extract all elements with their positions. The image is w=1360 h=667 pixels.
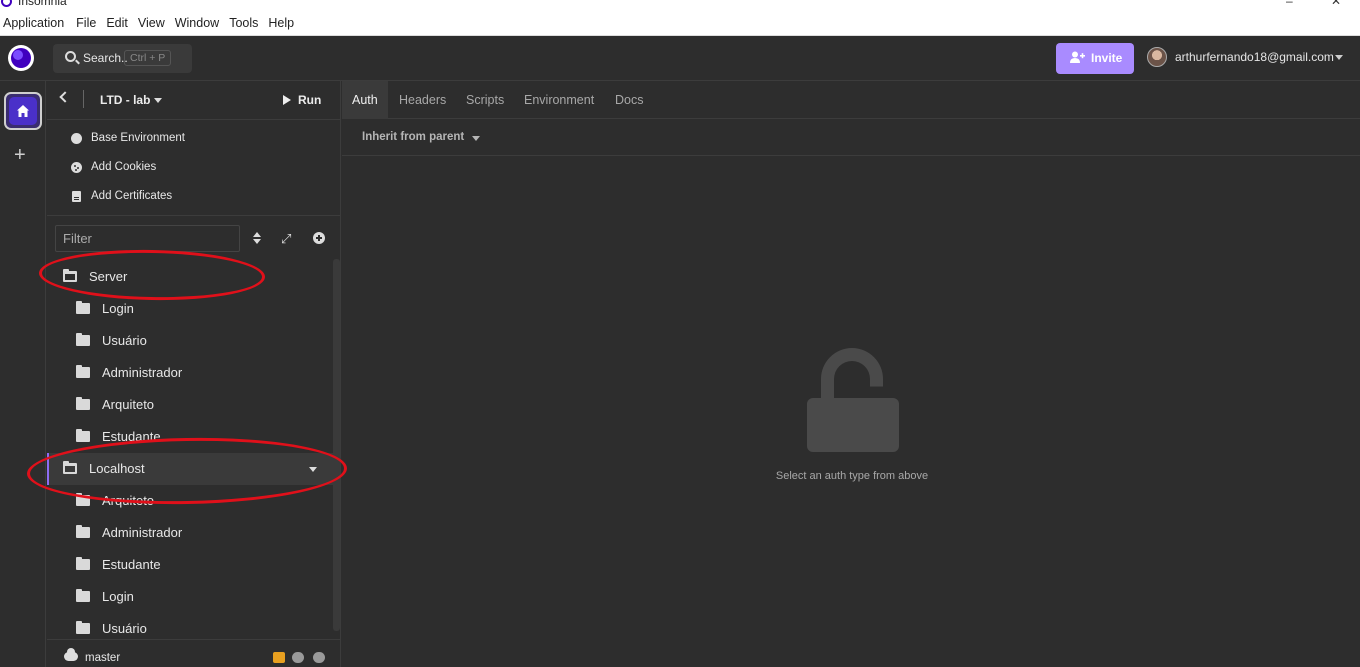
folder-icon	[76, 589, 90, 602]
window-titlebar: Insomnia – ✕	[0, 0, 1360, 10]
add-certificates-label: Add Certificates	[91, 190, 173, 202]
minimize-icon[interactable]: –	[1286, 0, 1293, 8]
tree-item-label: Administrador	[102, 525, 183, 540]
base-environment-label: Base Environment	[91, 132, 185, 144]
globe-icon	[70, 132, 82, 144]
search-shortcut: Ctrl + P	[124, 50, 172, 66]
avatar[interactable]	[1147, 47, 1167, 67]
tree-folder-arquiteto[interactable]: Arquiteto	[47, 389, 333, 421]
app-header: Search.. Ctrl + P Invite arthurfernando1…	[0, 36, 1360, 81]
folder-icon	[76, 397, 90, 410]
home-button-inner	[9, 97, 37, 125]
left-rail: +	[0, 81, 46, 667]
invite-button[interactable]: Invite	[1056, 43, 1134, 74]
run-button[interactable]: Run	[298, 93, 321, 107]
search-button[interactable]: Search.. Ctrl + P	[53, 44, 192, 73]
cookie-icon	[70, 161, 82, 173]
package-icon[interactable]	[273, 652, 285, 663]
chevron-down-icon[interactable]	[472, 136, 480, 141]
menu-application[interactable]: Application	[0, 16, 68, 30]
tree-item-label: Login	[102, 301, 134, 316]
add-icon[interactable]: +	[14, 144, 26, 167]
add-request-icon[interactable]	[313, 232, 325, 244]
folder-icon	[76, 621, 90, 634]
certificate-icon	[71, 190, 81, 202]
home-icon	[17, 105, 29, 117]
menu-view[interactable]: View	[134, 16, 169, 30]
add-cookies-label: Add Cookies	[91, 161, 157, 173]
user-email[interactable]: arthurfernando18@gmail.com	[1175, 50, 1334, 64]
tree-item-label: Usuário	[102, 333, 147, 348]
unlock-icon	[807, 348, 899, 452]
tree-item-label: Administrador	[102, 365, 183, 380]
menu-help[interactable]: Help	[264, 16, 298, 30]
insomnia-logo-icon	[1, 0, 12, 7]
insomnia-logo-icon[interactable]	[8, 45, 34, 71]
close-window-icon[interactable]: ✕	[1331, 0, 1341, 8]
menu-edit[interactable]: Edit	[102, 16, 132, 30]
environment-list: Base Environment Add Cookies Add Certifi…	[47, 121, 341, 216]
chevron-down-icon[interactable]	[1335, 55, 1343, 60]
cloud-icon	[64, 648, 78, 661]
cloud-download-icon[interactable]	[292, 652, 304, 663]
folder-icon	[76, 365, 90, 378]
cloud-upload-icon[interactable]	[313, 652, 325, 663]
back-icon[interactable]	[59, 91, 71, 103]
tree-folder-usuario[interactable]: Usuário	[47, 325, 333, 357]
expand-icon[interactable]: ⤢	[281, 231, 291, 247]
folder-icon	[76, 333, 90, 346]
menu-bar: Application File Edit View Window Tools …	[0, 10, 1360, 36]
menu-window[interactable]: Window	[171, 16, 223, 30]
sort-icon[interactable]	[253, 232, 261, 245]
tab-headers[interactable]: Headers	[399, 81, 446, 119]
folder-icon	[76, 557, 90, 570]
tree-folder-administrador[interactable]: Administrador	[47, 357, 333, 389]
tree-item-label: Estudante	[102, 557, 161, 572]
branch-name[interactable]: master	[85, 652, 120, 664]
tree-folder-login[interactable]: Login	[47, 581, 333, 613]
tree-folder-estudante[interactable]: Estudante	[47, 549, 333, 581]
tab-docs[interactable]: Docs	[615, 81, 643, 119]
add-certificates-item[interactable]: Add Certificates	[70, 186, 172, 206]
divider	[83, 90, 84, 108]
folder-icon	[76, 301, 90, 314]
request-tabs: Auth Headers Scripts Environment Docs	[342, 81, 1360, 119]
git-footer: master	[47, 639, 341, 667]
tree-item-label: Login	[102, 589, 134, 604]
home-button[interactable]	[4, 92, 42, 130]
tree-folder-usuario[interactable]: Usuário	[47, 613, 333, 639]
play-icon[interactable]	[283, 95, 291, 105]
project-name[interactable]: LTD - lab	[100, 93, 150, 107]
tree-folder-administrador[interactable]: Administrador	[47, 517, 333, 549]
folder-icon	[76, 429, 90, 442]
folder-icon	[76, 525, 90, 538]
add-cookies-item[interactable]: Add Cookies	[70, 157, 156, 177]
chevron-down-icon[interactable]	[154, 98, 162, 103]
empty-state-hint: Select an auth type from above	[775, 470, 929, 482]
tree-item-label: Usuário	[102, 621, 147, 636]
sidebar: LTD - lab Run Base Environment Add Cooki…	[47, 81, 341, 667]
filter-input[interactable]: Filter	[55, 225, 240, 252]
add-user-icon	[1070, 51, 1085, 66]
invite-label: Invite	[1091, 51, 1123, 65]
tab-auth[interactable]: Auth	[342, 81, 388, 119]
tree-item-label: Arquiteto	[102, 397, 155, 412]
menu-file[interactable]: File	[72, 16, 100, 30]
auth-type-bar: Inherit from parent	[342, 119, 1360, 156]
auth-type-dropdown[interactable]: Inherit from parent	[362, 131, 464, 143]
sidebar-scrollbar[interactable]	[333, 259, 340, 631]
base-environment-item[interactable]: Base Environment	[70, 128, 185, 148]
search-icon	[65, 51, 76, 62]
window-title: Insomnia	[18, 0, 67, 8]
sidebar-header: LTD - lab Run	[47, 81, 341, 120]
search-label: Search..	[83, 51, 128, 65]
menu-tools[interactable]: Tools	[225, 16, 262, 30]
tab-environment[interactable]: Environment	[524, 81, 594, 119]
tab-scripts[interactable]: Scripts	[466, 81, 504, 119]
